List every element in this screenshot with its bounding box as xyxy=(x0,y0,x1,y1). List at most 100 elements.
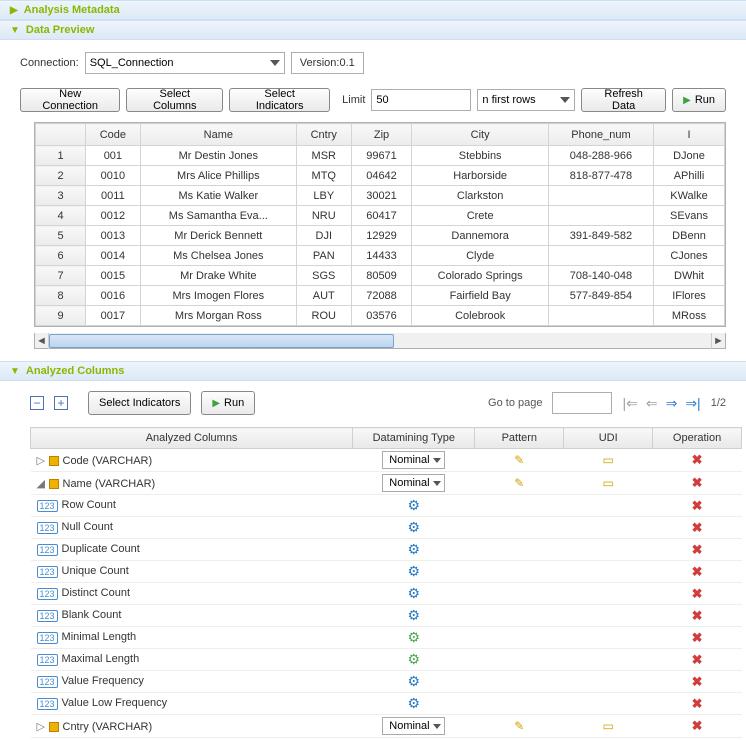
delete-icon[interactable]: ✖ xyxy=(692,564,703,579)
cell[interactable]: Ms Katie Walker xyxy=(140,186,296,206)
metric-node[interactable]: 123Blank Count⚙✖ xyxy=(31,605,742,627)
delete-icon[interactable]: ✖ xyxy=(692,718,703,733)
cell[interactable]: Dannemora xyxy=(412,226,549,246)
cell[interactable]: Mrs Imogen Flores xyxy=(140,286,296,306)
grid-header[interactable]: Phone_num xyxy=(548,124,653,146)
pattern-icon[interactable]: ✎ xyxy=(514,453,524,467)
gear-icon[interactable]: ⚙ xyxy=(407,519,420,535)
grid-header[interactable]: Code xyxy=(86,124,141,146)
udi-icon[interactable]: ▭ xyxy=(603,476,614,490)
cell[interactable]: Ms Chelsea Jones xyxy=(140,246,296,266)
cell[interactable] xyxy=(548,306,653,326)
cell[interactable]: DWhit xyxy=(654,266,725,286)
grid-header[interactable]: Name xyxy=(140,124,296,146)
column-node[interactable]: ▷Cntry (VARCHAR)Nominal✎▭✖ xyxy=(31,715,742,738)
cell[interactable]: 0016 xyxy=(86,286,141,306)
gear-icon[interactable]: ⚙ xyxy=(407,563,420,579)
cell[interactable]: DBenn xyxy=(654,226,725,246)
cell[interactable]: NRU xyxy=(296,206,351,226)
table-row[interactable]: 60014Ms Chelsea JonesPAN14433ClydeCJones xyxy=(36,246,725,266)
limit-input[interactable] xyxy=(371,89,471,111)
cell[interactable] xyxy=(548,246,653,266)
cell[interactable]: 0014 xyxy=(86,246,141,266)
cell[interactable]: APhilli xyxy=(654,166,725,186)
table-row[interactable]: 70015Mr Drake WhiteSGS80509Colorado Spri… xyxy=(36,266,725,286)
cell[interactable]: MRoss xyxy=(654,306,725,326)
cell[interactable]: Mr Drake White xyxy=(140,266,296,286)
disclosure-collapsed-icon[interactable]: ▷ xyxy=(37,454,49,467)
delete-icon[interactable]: ✖ xyxy=(692,498,703,513)
table-row[interactable]: 1001Mr Destin JonesMSR99671Stebbins048-2… xyxy=(36,146,725,166)
metric-node[interactable]: 123Distinct Count⚙✖ xyxy=(31,583,742,605)
prev-page-icon[interactable]: ⇐ xyxy=(646,395,658,412)
table-row[interactable]: 40012Ms Samantha Eva...NRU60417CreteSEva… xyxy=(36,206,725,226)
cell[interactable]: 0010 xyxy=(86,166,141,186)
metric-node[interactable]: 123Unique Count⚙✖ xyxy=(31,561,742,583)
cell[interactable]: ROU xyxy=(296,306,351,326)
cell[interactable]: Clarkston xyxy=(412,186,549,206)
cell[interactable]: Colebrook xyxy=(412,306,549,326)
cell[interactable]: CJones xyxy=(654,246,725,266)
cell[interactable]: 0011 xyxy=(86,186,141,206)
datamining-type-select[interactable]: Nominal xyxy=(382,451,445,469)
cell[interactable]: Ms Samantha Eva... xyxy=(140,206,296,226)
cell[interactable]: Stebbins xyxy=(412,146,549,166)
gear-icon[interactable]: ⚙ xyxy=(407,607,420,623)
cell[interactable]: 0017 xyxy=(86,306,141,326)
cell[interactable]: SEvans xyxy=(654,206,725,226)
metric-node[interactable]: 123Row Count⚙✖ xyxy=(31,495,742,517)
delete-icon[interactable]: ✖ xyxy=(692,542,703,557)
cell[interactable]: LBY xyxy=(296,186,351,206)
delete-icon[interactable]: ✖ xyxy=(692,696,703,711)
rows-mode-select[interactable]: n first rows xyxy=(477,89,575,111)
section-header-analyzed-columns[interactable]: ▼ Analyzed Columns xyxy=(0,361,746,381)
analyzed-run-button[interactable]: ▶ Run xyxy=(201,391,255,415)
metric-node[interactable]: 123Value Low Frequency⚙✖ xyxy=(31,693,742,715)
section-header-data-preview[interactable]: ▼ Data Preview xyxy=(0,20,746,40)
run-preview-button[interactable]: ▶ Run xyxy=(672,88,726,112)
column-node[interactable]: ◢Name (VARCHAR)Nominal✎▭✖ xyxy=(31,472,742,495)
gear-icon[interactable]: ⚙ xyxy=(407,651,420,667)
cell[interactable] xyxy=(548,186,653,206)
datamining-type-select[interactable]: Nominal xyxy=(382,474,445,492)
table-row[interactable]: 20010Mrs Alice PhillipsMTQ04642Harborsid… xyxy=(36,166,725,186)
cell[interactable]: DJI xyxy=(296,226,351,246)
cell[interactable]: Mr Destin Jones xyxy=(140,146,296,166)
preview-grid[interactable]: CodeNameCntryZipCityPhone_numI 1001Mr De… xyxy=(34,122,726,327)
cell[interactable]: 30021 xyxy=(351,186,412,206)
horizontal-scrollbar[interactable]: ◄ ► xyxy=(34,333,726,349)
select-indicators-button[interactable]: Select Indicators xyxy=(229,88,330,112)
cell[interactable]: IFlores xyxy=(654,286,725,306)
metric-node[interactable]: 123Minimal Length⚙✖ xyxy=(31,627,742,649)
cell[interactable]: 391-849-582 xyxy=(548,226,653,246)
metric-node[interactable]: 123Null Count⚙✖ xyxy=(31,517,742,539)
scroll-right-icon[interactable]: ► xyxy=(711,333,725,349)
delete-icon[interactable]: ✖ xyxy=(692,586,703,601)
cell[interactable]: 818-877-478 xyxy=(548,166,653,186)
delete-icon[interactable]: ✖ xyxy=(692,475,703,490)
cell[interactable]: 99671 xyxy=(351,146,412,166)
cell[interactable]: 001 xyxy=(86,146,141,166)
cell[interactable]: Mrs Alice Phillips xyxy=(140,166,296,186)
scroll-thumb[interactable] xyxy=(49,334,394,348)
disclosure-collapsed-icon[interactable]: ▷ xyxy=(37,720,49,733)
cell[interactable]: Mr Derick Bennett xyxy=(140,226,296,246)
metric-node[interactable]: 123Duplicate Count⚙✖ xyxy=(31,539,742,561)
gear-icon[interactable]: ⚙ xyxy=(407,695,420,711)
datamining-type-select[interactable]: Nominal xyxy=(382,717,445,735)
table-row[interactable]: 30011Ms Katie WalkerLBY30021ClarkstonKWa… xyxy=(36,186,725,206)
delete-icon[interactable]: ✖ xyxy=(692,452,703,467)
select-columns-button[interactable]: Select Columns xyxy=(126,88,223,112)
table-row[interactable]: 90017Mrs Morgan RossROU03576ColebrookMRo… xyxy=(36,306,725,326)
new-connection-button[interactable]: New Connection xyxy=(20,88,120,112)
delete-icon[interactable]: ✖ xyxy=(692,608,703,623)
grid-header[interactable]: I xyxy=(654,124,725,146)
cell[interactable] xyxy=(548,206,653,226)
goto-page-input[interactable] xyxy=(552,392,612,414)
connection-select[interactable]: SQL_Connection xyxy=(85,52,285,74)
cell[interactable]: Colorado Springs xyxy=(412,266,549,286)
gear-icon[interactable]: ⚙ xyxy=(407,541,420,557)
delete-icon[interactable]: ✖ xyxy=(692,630,703,645)
cell[interactable]: 14433 xyxy=(351,246,412,266)
udi-icon[interactable]: ▭ xyxy=(603,453,614,467)
